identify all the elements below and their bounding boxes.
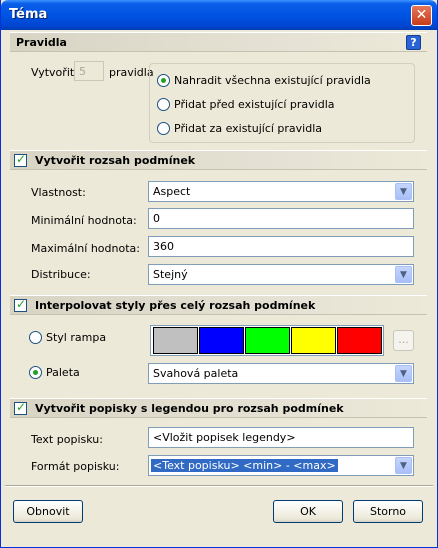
rules-section-header: Pravidla ?	[10, 32, 427, 52]
property-label: Vlastnost:	[31, 186, 86, 199]
chevron-down-icon[interactable]: ▼	[395, 266, 412, 283]
legend-section-title[interactable]: Vytvořit popisky s legendou pro rozsah p…	[35, 402, 344, 415]
max-value-label: Maximální hodnota:	[31, 242, 140, 255]
interpolate-section-title[interactable]: Interpolovat styly přes celý rozsah podm…	[35, 299, 315, 312]
min-value-input[interactable]: 0	[148, 208, 414, 229]
ramp-swatch-yellow[interactable]	[291, 327, 336, 354]
range-section-header: Vytvořit rozsah podmínek	[10, 150, 427, 170]
replace-rules-label[interactable]: Nahradit všechna existující pravidla	[174, 74, 371, 87]
add-after-radio[interactable]	[157, 122, 170, 135]
cancel-button[interactable]: Storno	[353, 500, 423, 523]
replace-rules-radio[interactable]	[157, 74, 170, 87]
create-range-checkbox[interactable]	[14, 152, 27, 167]
ramp-swatch-blue[interactable]	[199, 327, 244, 354]
label-text-label: Text popisku:	[31, 433, 103, 446]
footer-divider	[5, 485, 433, 487]
distribution-value: Stejný	[153, 268, 188, 281]
close-icon[interactable]: ✕	[411, 5, 432, 26]
add-before-radio[interactable]	[157, 98, 170, 111]
palette-select[interactable]: Svahová paleta ▼	[148, 363, 414, 384]
create-rules-label: Vytvořit	[31, 66, 74, 79]
ramp-browse-button[interactable]: ...	[393, 330, 414, 351]
ramp-swatch-red[interactable]	[337, 327, 382, 354]
window-title: Téma	[9, 7, 48, 22]
label-format-select[interactable]: <Text popisku> <min> - <max> ▼	[148, 455, 414, 476]
palette-value: Svahová paleta	[153, 367, 239, 380]
ok-button[interactable]: OK	[273, 500, 343, 523]
distribution-select[interactable]: Stejný ▼	[148, 264, 414, 285]
property-value: Aspect	[153, 185, 191, 198]
add-after-label[interactable]: Přidat za existující pravidla	[174, 122, 322, 135]
title-bar: Téma ✕	[1, 0, 437, 30]
max-value-input[interactable]: 360	[148, 236, 414, 257]
ramp-swatch-green[interactable]	[245, 327, 290, 354]
style-ramp-label[interactable]: Styl rampa	[46, 331, 106, 344]
palette-radio[interactable]	[29, 366, 42, 379]
label-text-input[interactable]: <Vložit popisek legendy>	[148, 427, 414, 448]
create-rules-label-text: Vytvořit	[31, 66, 75, 79]
legend-labels-checkbox[interactable]	[14, 400, 27, 415]
chevron-down-icon[interactable]: ▼	[395, 183, 412, 200]
min-value-label: Minimální hodnota:	[31, 214, 137, 227]
rules-section-title: Pravidla	[16, 36, 67, 49]
label-format-label: Formát popisku:	[31, 460, 120, 473]
add-before-label[interactable]: Přidat před existující pravidla	[174, 98, 335, 111]
help-icon[interactable]: ?	[406, 35, 421, 50]
range-section-title[interactable]: Vytvořit rozsah podmínek	[35, 154, 195, 167]
interpolate-section-header: Interpolovat styly přes celý rozsah podm…	[10, 295, 427, 315]
rules-suffix-label: pravidla	[109, 66, 154, 79]
distribution-label: Distribuce:	[31, 268, 91, 281]
theme-dialog: Téma ✕ Pravidla ? Vytvořit 5 pravidla Na…	[0, 0, 438, 548]
chevron-down-icon[interactable]: ▼	[395, 457, 412, 474]
chevron-down-icon[interactable]: ▼	[395, 365, 412, 382]
interpolate-checkbox[interactable]	[14, 297, 27, 312]
style-ramp-radio[interactable]	[29, 331, 42, 344]
rules-count-input[interactable]: 5	[74, 61, 104, 81]
refresh-button[interactable]: Obnovit	[13, 500, 83, 523]
legend-section-header: Vytvořit popisky s legendou pro rozsah p…	[10, 398, 427, 418]
label-format-value: <Text popisku> <min> - <max>	[151, 459, 338, 472]
ramp-swatch-gray[interactable]	[153, 327, 198, 354]
palette-label[interactable]: Paleta	[46, 366, 80, 379]
property-select[interactable]: Aspect ▼	[148, 181, 414, 202]
